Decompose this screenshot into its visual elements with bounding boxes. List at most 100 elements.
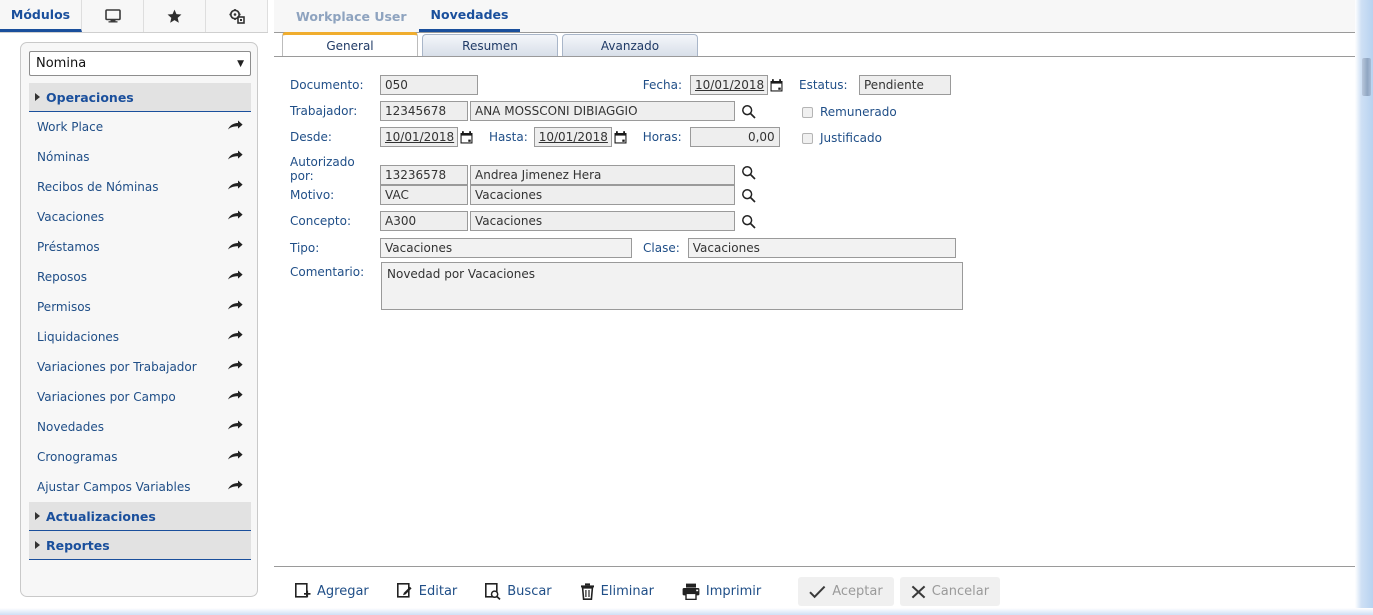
shortcut-arrow-icon[interactable] <box>228 239 243 254</box>
sidebar-item-novedades[interactable]: Novedades <box>29 412 251 442</box>
sidebar-group-operaciones[interactable]: Operaciones <box>29 83 251 112</box>
search-icon[interactable] <box>741 165 756 180</box>
scrollbar-thumb[interactable] <box>1362 58 1371 96</box>
sidebar-item-ajustar-campos-variables[interactable]: Ajustar Campos Variables <box>29 472 251 502</box>
sidebar-tab-favorites[interactable] <box>144 0 206 32</box>
shortcut-arrow-icon[interactable] <box>228 299 243 314</box>
tab-avanzado[interactable]: Avanzado <box>562 34 698 56</box>
concepto-code-field[interactable]: A300 <box>380 211 468 231</box>
module-select-value: Nomina <box>36 56 87 71</box>
agregar-label: Agregar <box>317 584 369 599</box>
novedad-form: Documento: 050 Fecha: 10/01/2018 Estatus… <box>274 57 1355 567</box>
search-icon[interactable] <box>741 104 756 119</box>
agregar-button[interactable]: Agregar <box>284 576 380 607</box>
sidebar-item-label: Nóminas <box>37 149 90 164</box>
sidebar-tab-monitor[interactable] <box>82 0 144 32</box>
calendar-icon[interactable] <box>614 130 627 144</box>
shortcut-arrow-icon[interactable] <box>228 179 243 194</box>
breadcrumb-workplace-user[interactable]: Workplace User <box>284 0 419 32</box>
estatus-field[interactable]: Pendiente <box>859 75 951 95</box>
application-window: Módulos Nomina ▼ Operaciones Work Place … <box>0 0 1373 615</box>
sidebar-item-label: Variaciones por Trabajador <box>37 359 197 374</box>
sidebar-item-prestamos[interactable]: Préstamos <box>29 232 251 262</box>
module-select[interactable]: Nomina ▼ <box>29 51 251 76</box>
aceptar-button[interactable]: Aceptar <box>798 577 894 606</box>
sidebar-item-variaciones-por-campo[interactable]: Variaciones por Campo <box>29 382 251 412</box>
fecha-label: Fecha: <box>642 78 682 92</box>
trabajador-code-field[interactable]: 12345678 <box>380 101 468 121</box>
page-pencil-icon <box>396 583 413 600</box>
sidebar-item-vacaciones[interactable]: Vacaciones <box>29 202 251 232</box>
remunerado-checkbox[interactable] <box>802 106 813 118</box>
shortcut-arrow-icon[interactable] <box>228 119 243 134</box>
clase-field[interactable]: Vacaciones <box>687 238 956 258</box>
sidebar-item-reposos[interactable]: Reposos <box>29 262 251 292</box>
cancelar-button[interactable]: Cancelar <box>899 577 1001 606</box>
desde-field[interactable]: 10/01/2018 <box>380 127 458 147</box>
cancelar-label: Cancelar <box>931 584 990 599</box>
sidebar-item-nominas[interactable]: Nóminas <box>29 142 251 172</box>
shortcut-arrow-icon[interactable] <box>228 359 243 374</box>
calendar-icon[interactable] <box>460 130 473 144</box>
sidebar-tab-settings[interactable] <box>206 0 268 32</box>
sidebar-item-variaciones-por-trabajador[interactable]: Variaciones por Trabajador <box>29 352 251 382</box>
documento-field[interactable]: 050 <box>380 75 478 95</box>
trabajador-label: Trabajador: <box>290 104 358 118</box>
fecha-field[interactable]: 10/01/2018 <box>690 75 768 95</box>
horas-field[interactable]: 0,00 <box>689 127 780 147</box>
breadcrumb-novedades[interactable]: Novedades <box>418 0 521 32</box>
editar-button[interactable]: Editar <box>386 576 469 607</box>
buscar-label: Buscar <box>507 584 552 599</box>
search-icon[interactable] <box>741 188 756 203</box>
motivo-name-field[interactable]: Vacaciones <box>470 185 735 205</box>
sidebar-item-permisos[interactable]: Permisos <box>29 292 251 322</box>
trash-icon <box>580 583 595 600</box>
shortcut-arrow-icon[interactable] <box>228 329 243 344</box>
motivo-code-field[interactable]: VAC <box>380 185 468 205</box>
documento-label: Documento: <box>290 78 364 92</box>
tipo-field[interactable]: Vacaciones <box>380 238 632 258</box>
shortcut-arrow-icon[interactable] <box>228 269 243 284</box>
justificado-checkbox[interactable] <box>802 132 813 144</box>
sidebar-item-recibos-de-nominas[interactable]: Recibos de Nóminas <box>29 172 251 202</box>
autorizado-por-code-field[interactable]: 13236578 <box>380 165 468 185</box>
sidebar-group-reportes[interactable]: Reportes <box>29 531 251 560</box>
imprimir-button[interactable]: Imprimir <box>671 576 772 607</box>
sidebar: Módulos Nomina ▼ Operaciones Work Place … <box>0 0 268 615</box>
sidebar-tab-modulos-label: Módulos <box>10 7 71 22</box>
shortcut-arrow-icon[interactable] <box>228 389 243 404</box>
sidebar-item-work-place[interactable]: Work Place <box>29 112 251 142</box>
comentario-textarea[interactable]: Novedad por Vacaciones <box>381 262 963 310</box>
concepto-name-field[interactable]: Vacaciones <box>470 211 735 231</box>
sidebar-item-label: Work Place <box>37 119 104 134</box>
shortcut-arrow-icon[interactable] <box>228 449 243 464</box>
shortcut-arrow-icon[interactable] <box>228 479 243 494</box>
tab-resumen[interactable]: Resumen <box>422 34 558 56</box>
sidebar-item-cronogramas[interactable]: Cronogramas <box>29 442 251 472</box>
gears-icon <box>228 8 245 24</box>
calendar-icon[interactable] <box>770 78 783 92</box>
x-icon <box>911 585 926 599</box>
clase-label: Clase: <box>643 241 680 255</box>
shortcut-arrow-icon[interactable] <box>228 209 243 224</box>
search-icon[interactable] <box>741 214 756 229</box>
sidebar-item-label: Reposos <box>37 269 87 284</box>
sidebar-group-actualizaciones[interactable]: Actualizaciones <box>29 502 251 531</box>
window-bottom-edge <box>0 608 1373 615</box>
shortcut-arrow-icon[interactable] <box>228 419 243 434</box>
hasta-label: Hasta: <box>489 130 528 144</box>
sidebar-item-liquidaciones[interactable]: Liquidaciones <box>29 322 251 352</box>
hasta-field[interactable]: 10/01/2018 <box>533 127 612 147</box>
aceptar-label: Aceptar <box>832 584 883 599</box>
buscar-button[interactable]: Buscar <box>474 576 562 607</box>
vertical-scrollbar[interactable] <box>1355 0 1373 615</box>
trabajador-name-field[interactable]: ANA MOSSCONI DIBIAGGIO <box>470 101 735 121</box>
eliminar-button[interactable]: Eliminar <box>569 576 665 607</box>
autorizado-por-name-field[interactable]: Andrea Jimenez Hera <box>470 165 735 185</box>
sidebar-tab-modulos[interactable]: Módulos <box>0 0 82 32</box>
shortcut-arrow-icon[interactable] <box>228 149 243 164</box>
remunerado-label: Remunerado <box>820 105 897 119</box>
sidebar-item-label: Liquidaciones <box>37 329 120 344</box>
sidebar-menu: Operaciones Work Place Nóminas Recibos d… <box>29 83 251 560</box>
tab-general[interactable]: General <box>282 32 418 56</box>
